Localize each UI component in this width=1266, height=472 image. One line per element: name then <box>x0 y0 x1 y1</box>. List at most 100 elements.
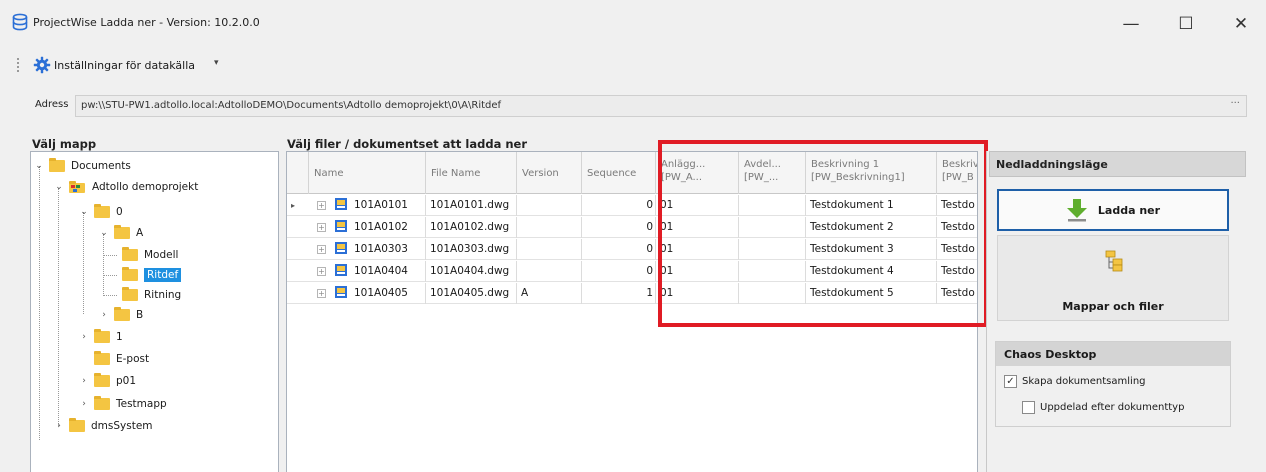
tree-item-label: Ritdef <box>144 268 182 282</box>
cell-file-name[interactable]: 101A0102.dwg <box>426 217 517 238</box>
file-grid-header: Välj filer / dokumentset att ladda ner <box>287 137 527 151</box>
cell-name[interactable]: +101A0101 <box>309 195 426 216</box>
tree-item-p01[interactable]: › p01 <box>78 371 136 391</box>
folders-and-files-button[interactable]: Mappar och filer <box>997 235 1229 321</box>
tree-item-label: Ritning <box>144 289 182 301</box>
address-value[interactable]: pw:\\STU-PW1.adtollo.local:AdtolloDEMO\D… <box>81 100 501 111</box>
minimize-button[interactable]: — <box>1108 8 1154 40</box>
tree-item-ritdef[interactable]: Ritdef <box>118 265 182 285</box>
column-header-name[interactable]: Name <box>309 152 426 194</box>
expand-icon[interactable]: ⌄ <box>33 161 45 171</box>
folder-tree-header: Välj mapp <box>32 137 97 151</box>
cell-file-name[interactable]: 101A0101.dwg <box>426 195 517 216</box>
expand-icon[interactable]: › <box>78 399 90 409</box>
cell-version[interactable] <box>517 195 582 216</box>
column-header-file-name[interactable]: File Name <box>426 152 517 194</box>
expand-icon[interactable]: › <box>53 421 65 431</box>
create-collection-label[interactable]: Skapa dokumentsamling <box>1022 376 1146 387</box>
cell-sequence[interactable]: 0 <box>582 217 656 238</box>
expand-icon[interactable]: › <box>98 310 110 320</box>
tree-item-adtollo-demoprojekt[interactable]: ⌄ Adtollo demoprojekt <box>53 177 198 197</box>
cell-name[interactable]: +101A0405 <box>309 283 426 304</box>
column-header-label: File Name <box>431 167 481 179</box>
expand-row-icon[interactable]: + <box>317 200 326 210</box>
cell-version[interactable] <box>517 261 582 282</box>
column-header-sequence[interactable]: Sequence <box>582 152 656 194</box>
cell-name[interactable]: +101A0303 <box>309 239 426 260</box>
expand-row-icon[interactable]: + <box>317 266 326 276</box>
cell-version[interactable] <box>517 239 582 260</box>
chaos-desktop-title: Chaos Desktop <box>1004 348 1097 361</box>
file-name-text: 101A0404 <box>354 265 408 277</box>
expand-row-icon[interactable]: + <box>317 222 326 232</box>
folder-icon <box>94 373 110 387</box>
folder-icon <box>94 204 110 218</box>
dwg-file-icon <box>335 198 347 210</box>
maximize-button[interactable]: ☐ <box>1163 8 1209 40</box>
address-label: Adress <box>35 99 69 110</box>
tree-item-e-post[interactable]: E-post <box>78 349 149 369</box>
file-name-text: 101A0102 <box>354 221 408 233</box>
folder-icon <box>122 247 138 261</box>
tree-item-label: Testmapp <box>116 398 167 410</box>
column-header-version[interactable]: Version <box>517 152 582 194</box>
gear-icon[interactable] <box>33 56 51 74</box>
tree-item-dmssystem[interactable]: › dmsSystem <box>53 416 153 436</box>
settings-menu-button[interactable]: Inställningar för datakälla <box>54 59 195 72</box>
folders-and-files-label: Mappar och filer <box>1062 300 1164 313</box>
cell-sequence[interactable]: 0 <box>582 239 656 260</box>
file-name-text: 101A0101 <box>354 199 408 211</box>
cell-version[interactable]: A <box>517 283 582 304</box>
row-indicator-header <box>287 152 309 194</box>
expand-icon[interactable]: ⌄ <box>53 182 65 192</box>
cell-sequence[interactable]: 0 <box>582 195 656 216</box>
chaos-desktop-header: Chaos Desktop <box>996 342 1230 366</box>
tree-item-ritning[interactable]: Ritning <box>118 285 181 305</box>
folder-icon <box>114 225 130 239</box>
expand-icon[interactable]: › <box>78 376 90 386</box>
cell-file-name[interactable]: 101A0404.dwg <box>426 261 517 282</box>
cell-sequence[interactable]: 1 <box>582 283 656 304</box>
cell-name[interactable]: +101A0102 <box>309 217 426 238</box>
expand-icon[interactable]: ⌄ <box>98 228 110 238</box>
expand-icon[interactable]: ⌄ <box>78 207 90 217</box>
address-more-button[interactable]: ··· <box>1230 98 1240 109</box>
expand-row-icon[interactable]: + <box>317 244 326 254</box>
cell-version[interactable] <box>517 217 582 238</box>
expand-icon[interactable]: › <box>78 332 90 342</box>
folder-icon <box>69 418 85 432</box>
folder-icon <box>122 287 138 301</box>
folder-icon <box>114 307 130 321</box>
tree-item-a[interactable]: ⌄ A <box>98 223 143 243</box>
cell-file-name[interactable]: 101A0405.dwg <box>426 283 517 304</box>
folder-tree[interactable]: ⌄ Documents ⌄ Adtollo demoprojekt ⌄ 0 ⌄ … <box>30 151 279 472</box>
window-title: ProjectWise Ladda ner - Version: 10.2.0.… <box>33 16 260 29</box>
tree-item-modell[interactable]: Modell <box>118 245 178 265</box>
download-mode-panel: Nedladdningsläge Ladda ner Mappar och fi… <box>986 151 1246 472</box>
folder-hierarchy-icon <box>1105 250 1123 272</box>
cell-name[interactable]: +101A0404 <box>309 261 426 282</box>
column-header-label: Name <box>314 167 344 179</box>
toolbar: Inställningar för datakälla ▾ <box>0 48 1266 82</box>
tree-item-testmapp[interactable]: › Testmapp <box>78 394 167 414</box>
create-collection-checkbox[interactable]: ✓ <box>1004 375 1017 388</box>
title-bar: ProjectWise Ladda ner - Version: 10.2.0.… <box>0 0 1266 48</box>
toolbar-grip[interactable] <box>17 58 20 72</box>
close-button[interactable]: ✕ <box>1218 8 1264 40</box>
split-by-doctype-checkbox[interactable] <box>1022 401 1035 414</box>
address-field[interactable]: pw:\\STU-PW1.adtollo.local:AdtolloDEMO\D… <box>75 95 1247 117</box>
tree-item-0[interactable]: ⌄ 0 <box>78 202 123 222</box>
download-button[interactable]: Ladda ner <box>997 189 1229 231</box>
tree-item-b[interactable]: › B <box>98 305 143 325</box>
tree-item-documents[interactable]: ⌄ Documents <box>33 156 131 176</box>
tree-item-1[interactable]: › 1 <box>78 327 123 347</box>
project-icon <box>69 181 85 193</box>
download-mode-header: Nedladdningsläge <box>989 151 1246 177</box>
database-icon <box>12 13 28 31</box>
cell-file-name[interactable]: 101A0303.dwg <box>426 239 517 260</box>
chevron-down-icon[interactable]: ▾ <box>214 58 219 68</box>
cell-sequence[interactable]: 0 <box>582 261 656 282</box>
tree-item-label: A <box>136 227 144 239</box>
expand-row-icon[interactable]: + <box>317 288 326 298</box>
split-by-doctype-label[interactable]: Uppdelad efter dokumenttyp <box>1040 402 1184 413</box>
